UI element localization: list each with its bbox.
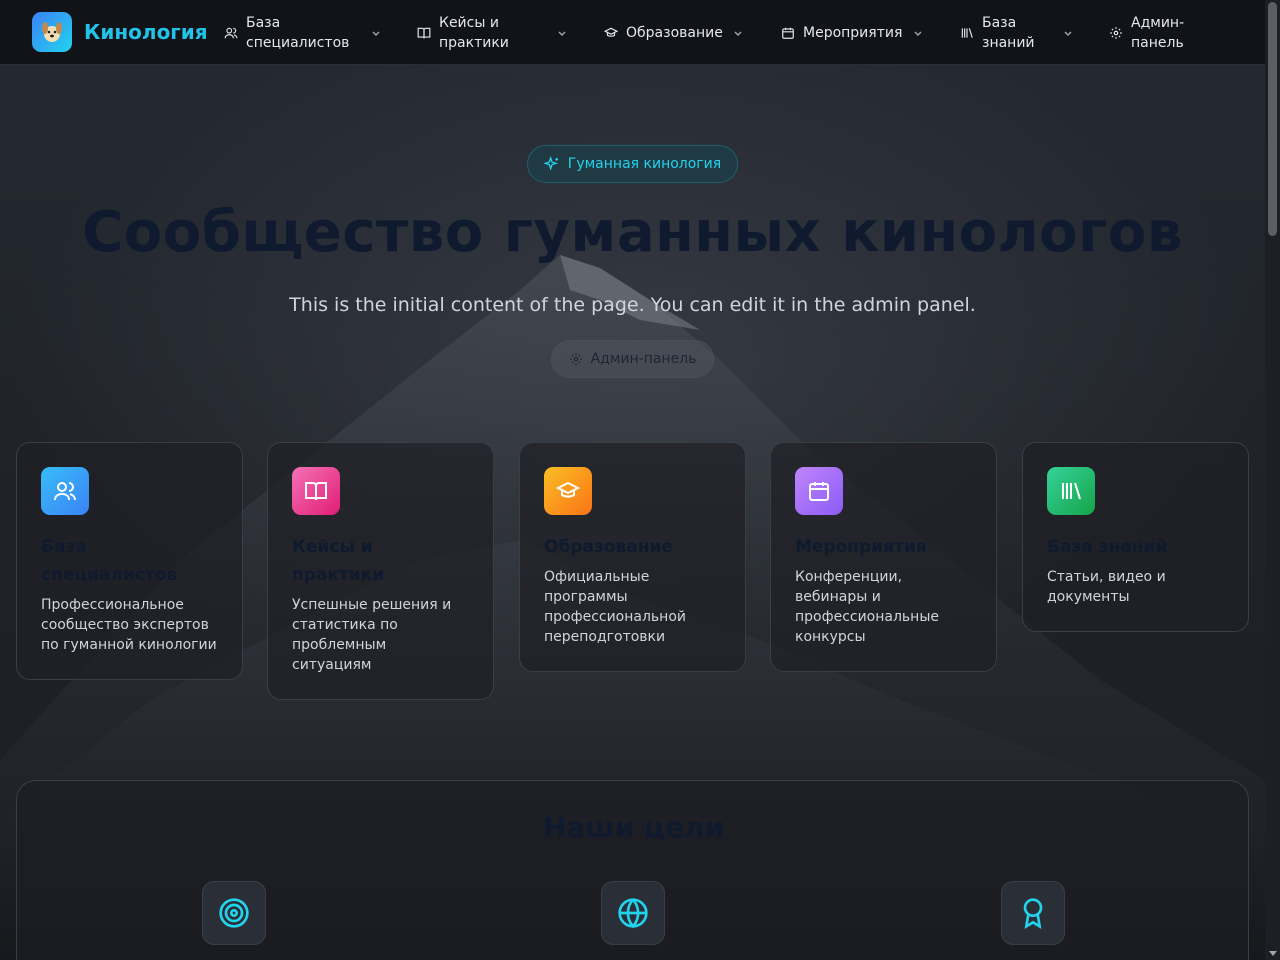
- nav-item-label: специалистов: [246, 34, 350, 51]
- card-description: Успешные решения и статистика по проблем…: [292, 597, 452, 673]
- nav-item-label: практики: [439, 34, 509, 51]
- hero-badge-label: Гуманная кинология: [567, 156, 722, 172]
- goals-section: Наши цели: [16, 780, 1249, 960]
- award-icon: [1001, 881, 1065, 945]
- nav-item-admin[interactable]: Админ-панель: [1109, 0, 1184, 65]
- scrollbar-thumb[interactable]: [1268, 2, 1277, 236]
- card-description: Официальные программы профессиональной п…: [544, 569, 686, 645]
- nav-item-label: База: [246, 14, 281, 31]
- library-icon: [1047, 467, 1095, 515]
- chevron-down-icon: [734, 30, 742, 36]
- card-description: Профессиональное сообщество экспертов по…: [41, 597, 217, 653]
- nav-item-label: Админ-: [1131, 14, 1185, 31]
- nav-item-cases[interactable]: Кейсы и практики: [417, 0, 566, 65]
- logo-dog-icon[interactable]: [32, 12, 72, 52]
- card-description: Конференции, вебинары и профессиональные…: [795, 569, 939, 645]
- goals-title: Наши цели: [542, 811, 725, 844]
- admin-panel-button-label: Админ-панель: [590, 351, 697, 367]
- page-scrollbar[interactable]: [1265, 0, 1280, 960]
- feature-card-knowledge[interactable]: База знаний Статьи, видео и документы: [1022, 442, 1249, 632]
- feature-card-events[interactable]: Мероприятия Конференции, вебинары и проф…: [770, 442, 997, 672]
- card-title: База знаний: [1047, 537, 1168, 557]
- card-description: Статьи, видео и документы: [1047, 569, 1166, 605]
- nav-item-label: знаний: [982, 34, 1035, 51]
- chevron-down-icon: [1064, 30, 1072, 36]
- nav-item-education[interactable]: Образование: [604, 0, 742, 65]
- calendar-icon: [795, 467, 843, 515]
- card-title: практики: [292, 565, 385, 585]
- card-title: Мероприятия: [795, 537, 927, 557]
- calendar-icon: [782, 27, 794, 39]
- users-icon: [224, 27, 238, 38]
- brand-name[interactable]: Кинология: [84, 20, 208, 44]
- scroll-down-arrow-icon[interactable]: [1269, 951, 1277, 956]
- users-icon: [41, 467, 89, 515]
- nav-item-knowledge[interactable]: База знаний: [960, 0, 1072, 65]
- target-icon: [202, 881, 266, 945]
- feature-card-specialists[interactable]: База специалистов Профессиональное сообще…: [16, 442, 243, 680]
- card-title: Кейсы и: [292, 537, 373, 557]
- globe-icon: [601, 881, 665, 945]
- feature-card-cases[interactable]: Кейсы и практики Успешные решения и стати…: [267, 442, 494, 700]
- hero-subtitle: This is the initial content of the page.…: [289, 294, 976, 316]
- page-title: Сообщество гуманных кинологов: [82, 200, 1183, 265]
- card-title: База: [41, 537, 87, 557]
- feature-card-education[interactable]: Образование Официальные программы профес…: [519, 442, 746, 672]
- gear-icon: [1110, 26, 1122, 39]
- nav-item-events[interactable]: Мероприятия: [781, 0, 922, 65]
- graduation-cap-icon: [604, 27, 618, 37]
- card-title: специалистов: [41, 565, 178, 585]
- nav-item-label: панель: [1131, 34, 1184, 51]
- card-title: Образование: [544, 537, 673, 557]
- graduation-cap-icon: [544, 467, 592, 515]
- book-open-icon: [292, 467, 340, 515]
- gear-icon: [569, 353, 582, 365]
- chevron-down-icon: [558, 30, 566, 36]
- nav-item-specialists[interactable]: База специалистов: [224, 0, 380, 65]
- sparkles-icon: [543, 156, 558, 171]
- hero-badge: Гуманная кинология: [527, 145, 738, 183]
- library-icon: [961, 27, 973, 38]
- nav-item-label: Мероприятия: [803, 24, 903, 41]
- chevron-down-icon: [372, 30, 380, 36]
- nav-item-label: Образование: [626, 24, 723, 41]
- admin-panel-button[interactable]: Админ-панель: [551, 340, 714, 378]
- nav-item-label: Кейсы и: [439, 14, 499, 31]
- book-icon: [417, 27, 431, 38]
- chevron-down-icon: [914, 30, 922, 36]
- nav-item-label: База: [982, 14, 1017, 31]
